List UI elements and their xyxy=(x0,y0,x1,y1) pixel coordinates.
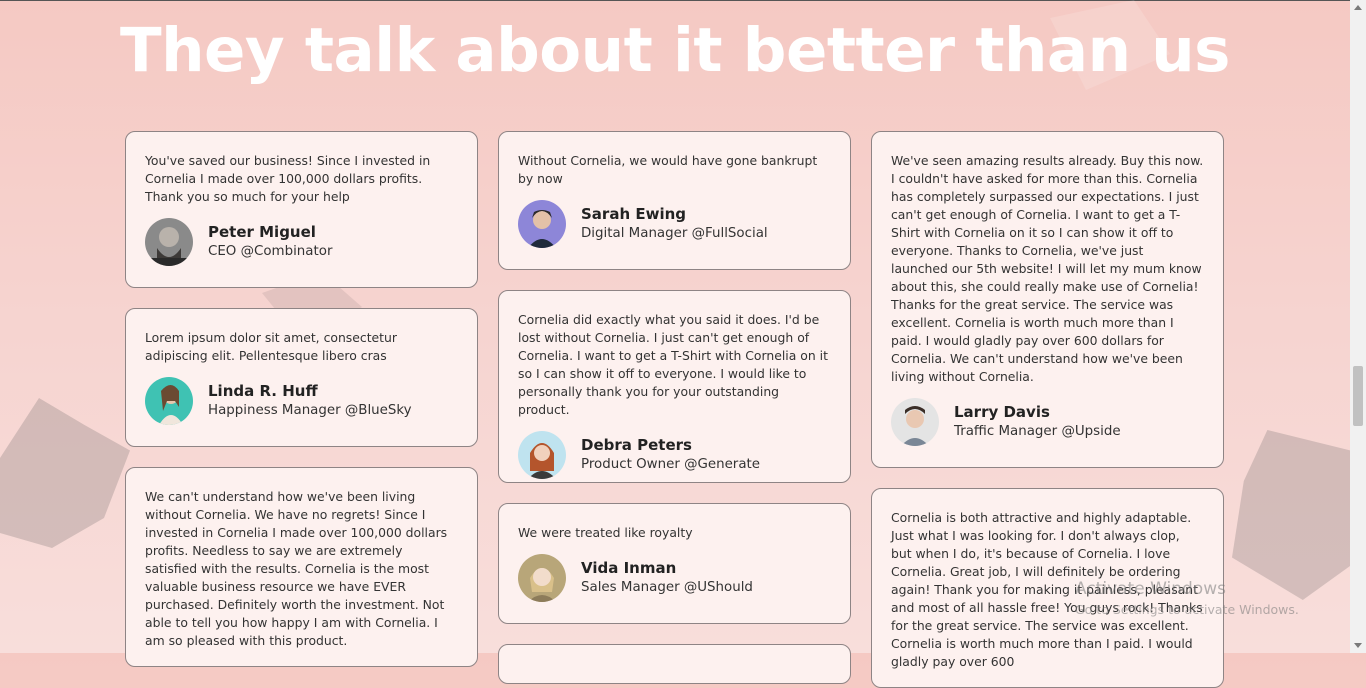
author-role: Digital Manager @FullSocial xyxy=(581,226,768,241)
author-name: Larry Davis xyxy=(954,403,1050,421)
testimonial-quote: Cornelia did exactly what you said it do… xyxy=(518,312,828,417)
author-name: Vida Inman xyxy=(581,559,677,577)
testimonial-quote: You've saved our business! Since I inves… xyxy=(145,153,431,204)
scroll-up-icon[interactable] xyxy=(1354,5,1362,10)
testimonial-card: Without Cornelia, we would have gone ban… xyxy=(498,131,851,270)
testimonial-quote: Without Cornelia, we would have gone ban… xyxy=(518,153,818,186)
windows-watermark-subtitle: Go to Settings to activate Windows. xyxy=(1075,602,1299,617)
testimonial-card: Cornelia did exactly what you said it do… xyxy=(498,290,851,483)
author-role: Traffic Manager @Upside xyxy=(954,424,1121,439)
author-role: CEO @Combinator xyxy=(208,244,333,259)
top-border-line xyxy=(0,0,1350,1)
testimonial-author: Linda R. Huff Happiness Manager @BlueSky xyxy=(145,377,458,425)
author-name: Sarah Ewing xyxy=(581,205,687,223)
section-title: They talk about it better than us xyxy=(119,15,1231,86)
author-name: Debra Peters xyxy=(581,436,692,454)
avatar xyxy=(518,554,566,602)
testimonial-quote: We were treated like royalty xyxy=(518,525,693,540)
author-role: Product Owner @Generate xyxy=(581,457,761,472)
testimonial-quote: We've seen amazing results already. Buy … xyxy=(891,153,1204,384)
testimonial-card xyxy=(498,644,851,684)
scroll-thumb[interactable] xyxy=(1353,366,1363,426)
author-name: Peter Miguel xyxy=(208,223,316,241)
author-role: Happiness Manager @BlueSky xyxy=(208,403,412,418)
testimonial-card: We've seen amazing results already. Buy … xyxy=(871,131,1224,468)
testimonial-author: Peter Miguel CEO @Combinator xyxy=(145,218,458,266)
vertical-scrollbar[interactable] xyxy=(1350,0,1366,653)
avatar xyxy=(145,218,193,266)
testimonial-card: We can't understand how we've been livin… xyxy=(125,467,478,667)
scroll-down-icon[interactable] xyxy=(1354,643,1362,648)
avatar xyxy=(518,431,566,479)
background-decoration xyxy=(0,398,130,548)
avatar xyxy=(891,398,939,446)
testimonial-author: Vida Inman Sales Manager @UShould xyxy=(518,554,831,602)
testimonial-card: Lorem ipsum dolor sit amet, consectetur … xyxy=(125,308,478,447)
testimonial-author: Sarah Ewing Digital Manager @FullSocial xyxy=(518,200,831,248)
testimonial-quote: Lorem ipsum dolor sit amet, consectetur … xyxy=(145,330,397,363)
testimonial-author: Debra Peters Product Owner @Generate xyxy=(518,431,831,479)
author-name: Linda R. Huff xyxy=(208,382,318,400)
avatar xyxy=(518,200,566,248)
avatar xyxy=(145,377,193,425)
windows-watermark-title: Activate Windows xyxy=(1075,579,1226,599)
background-decoration xyxy=(1232,430,1350,600)
testimonial-card: You've saved our business! Since I inves… xyxy=(125,131,478,288)
testimonial-author: Larry Davis Traffic Manager @Upside xyxy=(891,398,1204,446)
testimonial-quote: We can't understand how we've been livin… xyxy=(145,489,448,648)
author-role: Sales Manager @UShould xyxy=(581,580,753,595)
testimonial-card: We were treated like royalty Vida Inman … xyxy=(498,503,851,624)
